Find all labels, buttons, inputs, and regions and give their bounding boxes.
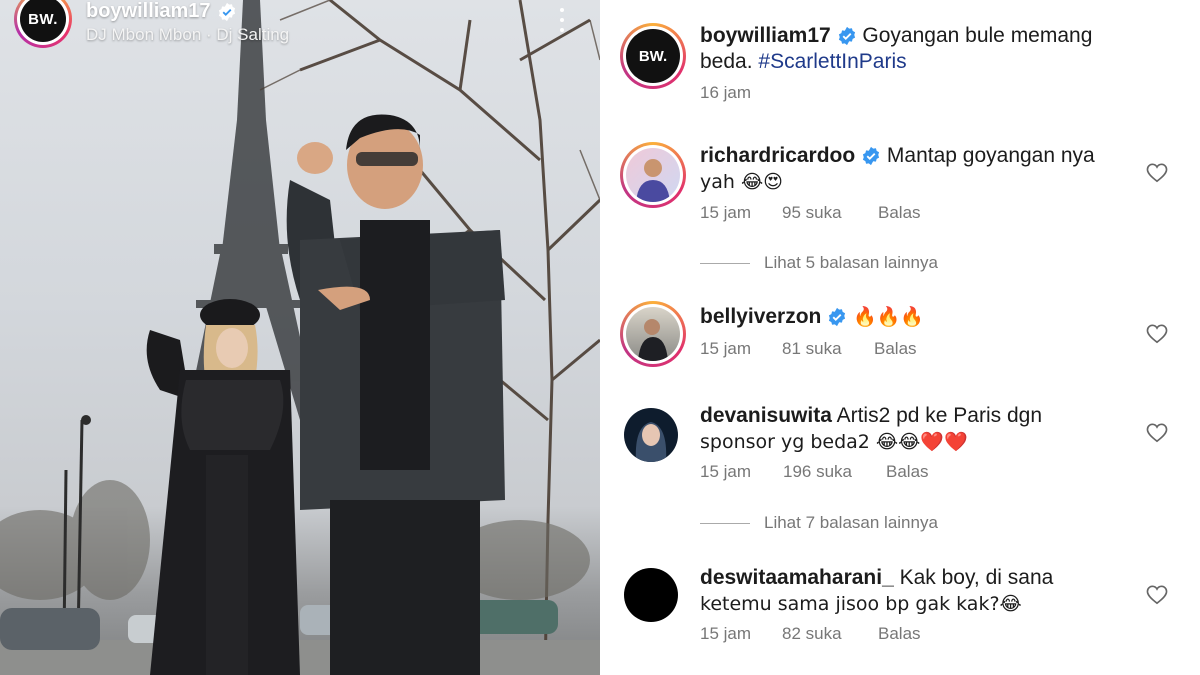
- comment-time: 15 jam: [700, 339, 752, 358]
- commenter-avatar[interactable]: [620, 142, 686, 208]
- comment-likes[interactable]: 95 suka: [782, 203, 878, 223]
- story-avatar[interactable]: BW.: [14, 0, 72, 48]
- comment-text: Artis2 pd ke Paris dgn: [836, 404, 1043, 427]
- comment-time: 15 jam: [700, 462, 752, 481]
- comment-likes[interactable]: 81 suka: [782, 339, 874, 359]
- reply-button[interactable]: Balas: [878, 624, 921, 644]
- comment-text: 🔥🔥🔥: [853, 306, 925, 328]
- comment-username[interactable]: bellyiverzon: [700, 305, 821, 328]
- comment-time: 15 jam: [700, 203, 752, 222]
- verified-badge-icon: [862, 147, 880, 166]
- more-options-icon[interactable]: [559, 8, 565, 32]
- like-heart-icon[interactable]: [1146, 423, 1168, 443]
- like-heart-icon[interactable]: [1146, 324, 1168, 344]
- comment-username[interactable]: richardricardoo: [700, 144, 855, 167]
- comment-likes[interactable]: 82 suka: [782, 624, 878, 644]
- avatar-photo-icon: [635, 422, 667, 462]
- verified-badge-icon: [829, 308, 846, 327]
- comment-username[interactable]: deswitaamaharani_: [700, 566, 894, 589]
- comment-time: 15 jam: [700, 624, 752, 643]
- post-hashtag[interactable]: #ScarlettInParis: [758, 50, 906, 73]
- brand-logo: BW.: [20, 0, 66, 42]
- video-scene-illustration: [0, 0, 600, 675]
- commenter-avatar[interactable]: [624, 408, 678, 462]
- view-more-replies[interactable]: Lihat 7 balasan lainnya: [700, 513, 938, 533]
- avatar-photo-icon: [638, 319, 668, 361]
- story-header: BW. boywilliam17 DJ Mbon Mbon · Dj Salti…: [14, 0, 289, 48]
- post-time: 16 jam: [700, 83, 752, 102]
- story-username[interactable]: boywilliam17: [86, 0, 211, 23]
- comment-text: ketemu sama jisoo bp gak kak?😂: [700, 593, 1022, 615]
- commenter-avatar[interactable]: [620, 301, 686, 367]
- reply-button[interactable]: Balas: [886, 462, 929, 482]
- story-video[interactable]: BW. boywilliam17 DJ Mbon Mbon · Dj Salti…: [0, 0, 600, 675]
- comment-text: sponsor yg beda2 😂😂❤️❤️: [700, 431, 968, 453]
- verified-badge-icon: [838, 27, 855, 46]
- comment-text: Kak boy, di sana: [899, 566, 1054, 589]
- comment-text: yah 😂😍: [700, 171, 783, 193]
- commenter-avatar[interactable]: [624, 568, 678, 622]
- comment-likes[interactable]: 196 suka: [783, 462, 886, 482]
- comment-text: Mantap goyangan nya: [886, 144, 1095, 167]
- story-music-label[interactable]: DJ Mbon Mbon · Dj Salting: [86, 25, 289, 45]
- post-author-avatar[interactable]: BW.: [620, 23, 686, 89]
- verified-badge-icon: [218, 2, 235, 21]
- post-username[interactable]: boywilliam17: [700, 24, 831, 47]
- view-more-replies[interactable]: Lihat 5 balasan lainnya: [700, 253, 938, 273]
- like-heart-icon[interactable]: [1146, 585, 1168, 605]
- comment-username[interactable]: devanisuwita: [700, 404, 832, 427]
- like-heart-icon[interactable]: [1146, 163, 1168, 183]
- reply-button[interactable]: Balas: [874, 339, 917, 359]
- comments-panel: BW. boywilliam17 Goyangan bule memang be…: [600, 0, 1200, 675]
- avatar-photo-icon: [636, 159, 670, 202]
- brand-logo: BW.: [638, 47, 668, 65]
- reply-button[interactable]: Balas: [878, 203, 921, 223]
